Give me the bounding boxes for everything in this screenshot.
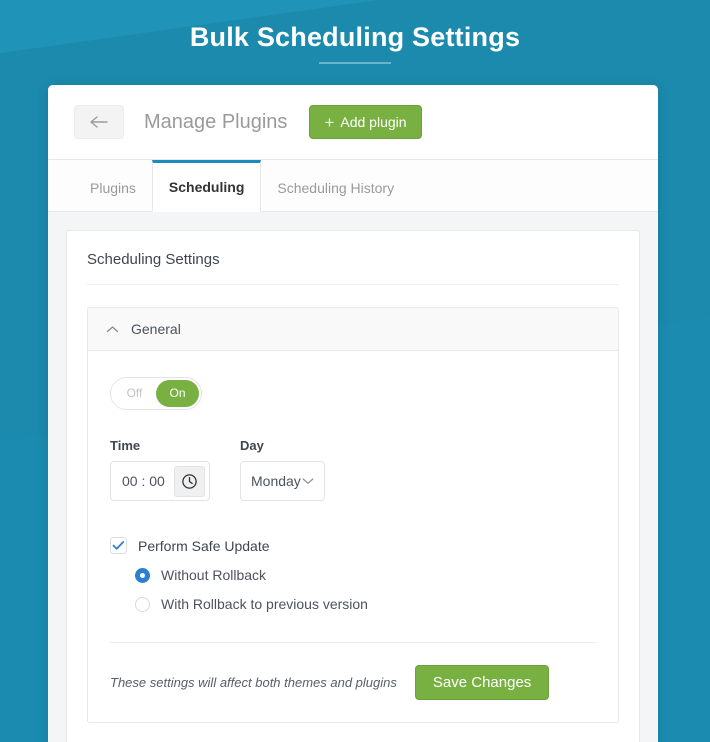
window-header: Manage Plugins + Add plugin (48, 85, 658, 160)
tab-bar: Plugins Scheduling Scheduling History (48, 160, 658, 212)
tab-scheduling-label: Scheduling (168, 179, 245, 195)
add-plugin-label: Add plugin (340, 114, 407, 130)
tab-scheduling-history[interactable]: Scheduling History (261, 160, 410, 212)
toggle-on-label[interactable]: On (156, 380, 199, 407)
day-select[interactable]: Monday (240, 461, 325, 501)
radio-with-rollback-row: With Rollback to previous version (135, 596, 596, 612)
toggle-off-label[interactable]: Off (113, 380, 156, 407)
time-field-group: Time 00 : 00 (110, 438, 210, 501)
add-plugin-button[interactable]: + Add plugin (309, 105, 422, 139)
day-field-group: Day Monday (240, 438, 325, 501)
day-label: Day (240, 438, 264, 453)
manage-plugins-window: Manage Plugins + Add plugin Plugins Sche… (48, 85, 658, 742)
back-button[interactable] (74, 105, 124, 139)
tab-scheduling-history-label: Scheduling History (277, 179, 395, 196)
scheduling-settings-panel: Scheduling Settings General Off On Time … (66, 230, 640, 742)
radio-with-rollback[interactable] (135, 596, 150, 612)
page-heading: Manage Plugins (144, 110, 288, 133)
radio-dot (140, 572, 145, 578)
schedule-fields-row: Time 00 : 00 Day Monday (110, 438, 596, 501)
safe-update-checkbox[interactable] (110, 537, 127, 554)
radio-with-rollback-label: With Rollback to previous version (161, 596, 368, 612)
clock-icon[interactable] (174, 465, 205, 497)
settings-footer: These settings will affect both themes a… (110, 642, 596, 722)
tab-plugins[interactable]: Plugins (74, 160, 152, 212)
page-title: Bulk Scheduling Settings (189, 22, 521, 52)
arrow-left-icon (89, 115, 109, 129)
day-value: Monday (251, 473, 301, 489)
radio-without-rollback[interactable] (135, 567, 150, 583)
time-value[interactable]: 00 : 00 (111, 473, 174, 489)
general-accordion-label: General (131, 321, 181, 337)
footer-note: These settings will affect both themes a… (110, 675, 397, 690)
save-changes-button[interactable]: Save Changes (414, 665, 550, 700)
tab-scheduling[interactable]: Scheduling (151, 160, 262, 212)
time-input[interactable]: 00 : 00 (110, 461, 210, 501)
safe-update-row: Perform Safe Update (110, 537, 596, 554)
general-accordion-header[interactable]: General (88, 308, 618, 351)
settings-panel-title: Scheduling Settings (87, 251, 619, 285)
plus-icon: + (324, 112, 335, 132)
general-accordion: General Off On Time 00 : 00 Day Monday P… (87, 307, 619, 723)
time-label: Time (110, 438, 141, 453)
scheduling-toggle[interactable]: Off On (110, 377, 202, 410)
page-title-underline (319, 62, 391, 64)
safe-update-label: Perform Safe Update (138, 537, 270, 554)
general-accordion-body: Off On Time 00 : 00 Day Monday Perform S… (88, 351, 618, 722)
chevron-down-icon (302, 477, 314, 485)
radio-without-rollback-label: Without Rollback (161, 567, 267, 583)
chevron-up-icon (106, 325, 119, 334)
radio-without-rollback-row: Without Rollback (135, 567, 596, 583)
tab-plugins-label: Plugins (90, 179, 136, 196)
content-area: Scheduling Settings General Off On Time … (48, 212, 658, 742)
